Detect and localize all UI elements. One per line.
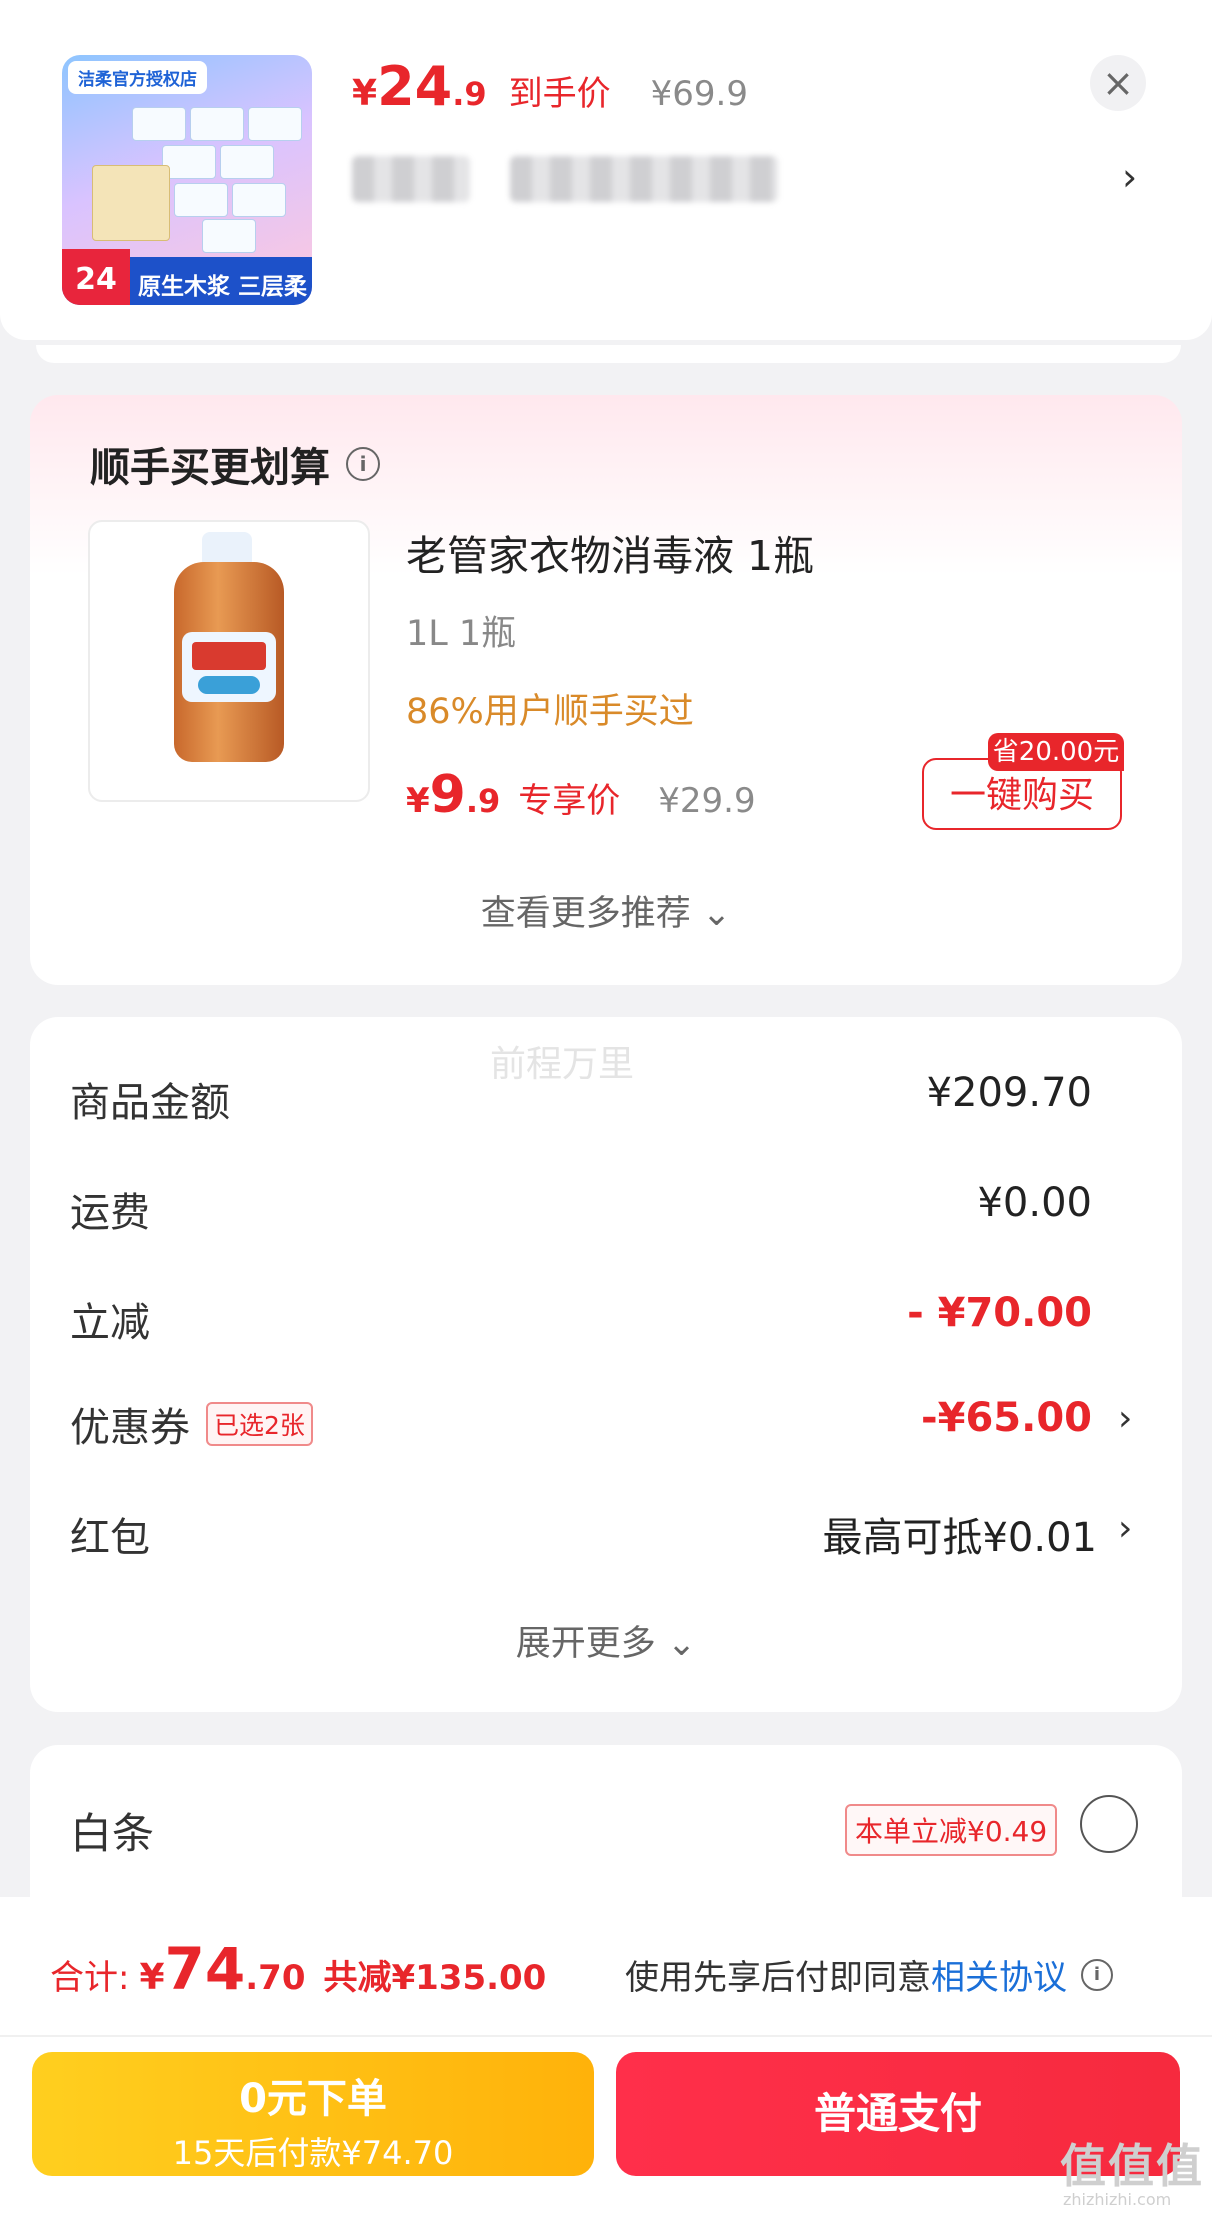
total-currency: ¥ — [139, 1957, 165, 1998]
red-packet-value[interactable]: 最高可抵¥0.01 — [822, 1505, 1097, 1563]
divider — [0, 2035, 1212, 2037]
price-currency: ¥ — [406, 781, 430, 821]
info-icon[interactable]: i — [1081, 1958, 1113, 1991]
save-badge: 省20.00元 — [988, 733, 1124, 771]
product-slogan: 原生木浆 三层柔软 — [138, 274, 308, 300]
agreement-link[interactable]: 相关协议 — [931, 1950, 1067, 1999]
tissue-pack-image — [202, 219, 256, 253]
price-currency: ¥ — [352, 73, 378, 114]
recommend-product-spec: 1L 1瓶 — [406, 614, 517, 654]
recommend-product-name[interactable]: 老管家衣物消毒液 1瓶 — [406, 522, 814, 582]
original-price: ¥29.9 — [658, 781, 756, 821]
goods-amount-value: ¥209.70 — [926, 1070, 1092, 1116]
chevron-right-icon[interactable]: › — [1118, 1398, 1132, 1439]
watermark: 前程万里 — [490, 1044, 635, 1085]
bottle-label-band — [192, 642, 266, 670]
site-watermark-logo: 值值值 — [1060, 2139, 1204, 2193]
bottle-label-band — [198, 676, 260, 694]
tissue-pack-image — [248, 107, 302, 141]
total-saved: 共减¥135.00 — [323, 1958, 547, 1998]
thumbnail-banner: 24包 原生木浆 三层柔软 — [62, 249, 312, 305]
recommend-bought-text: 86%用户顺手买过 — [406, 692, 694, 732]
bottle-label — [182, 632, 276, 702]
recommend-title: 顺手买更划算 — [90, 445, 330, 491]
total-integer: 74 — [164, 1935, 246, 2003]
price-decimal: .9 — [452, 75, 487, 113]
coupon-row[interactable]: 优惠券 已选2张 — [70, 1395, 313, 1453]
shipping-label: 运费 — [70, 1190, 150, 1236]
total-label: 合计: — [50, 1958, 130, 1998]
tissue-pack-image — [232, 183, 286, 217]
store-badge: 洁柔官方授权店 — [68, 61, 207, 94]
tissue-pack-image — [132, 107, 186, 141]
price-tag: 到手价 — [508, 74, 611, 114]
agreement-row: 使用先享后付即同意 相关协议 i — [625, 1950, 1113, 1999]
pay-later-subtitle: 15天后付款¥74.70 — [172, 2134, 454, 2172]
coupon-selected-tag: 已选2张 — [206, 1402, 313, 1446]
see-more-recommendations[interactable]: 查看更多推荐 ⌄ — [0, 885, 1212, 936]
instant-discount-value: - ¥70.00 — [907, 1290, 1092, 1336]
blurred-address — [510, 156, 778, 202]
product-thumbnail[interactable]: 洁柔官方授权店 24包 原生木浆 三层柔软 — [62, 55, 312, 305]
price-integer: 24 — [377, 55, 453, 118]
chevron-right-icon[interactable]: › — [1122, 155, 1137, 199]
price-tag: 专享价 — [518, 781, 621, 821]
baitiao-radio[interactable] — [1080, 1795, 1138, 1853]
tissue-pack-image — [220, 145, 274, 179]
price-decimal: .9 — [465, 782, 501, 820]
baitiao-discount-tag: 本单立减¥0.49 — [845, 1804, 1058, 1856]
total-row: 合计: ¥ 74 .70 共减¥135.00 — [50, 1935, 546, 2003]
blurred-address — [352, 156, 470, 202]
red-packet-label: 红包 — [70, 1515, 150, 1561]
tissue-pack-image — [162, 145, 216, 179]
recommend-price-row: ¥ 9 .9 专享价 ¥29.9 — [406, 765, 756, 825]
agreement-text: 使用先享后付即同意 — [625, 1958, 931, 1998]
shipping-value: ¥0.00 — [977, 1180, 1092, 1226]
pack-count: 24包 — [62, 249, 130, 305]
baitiao-label: 白条 — [70, 1809, 155, 1858]
site-watermark-url: zhizhizhi.com — [1063, 2190, 1172, 2209]
instant-discount-label: 立减 — [70, 1300, 150, 1346]
info-icon[interactable]: i — [346, 447, 380, 481]
tissue-pack-image — [174, 183, 228, 217]
price-integer: 9 — [429, 765, 466, 825]
recommend-header: 顺手买更划算 i — [90, 435, 380, 493]
close-icon[interactable]: × — [1090, 55, 1146, 111]
card-edge — [36, 345, 1181, 363]
recommend-product-image[interactable] — [88, 520, 370, 802]
tissue-pack-image — [190, 107, 244, 141]
pay-later-title: 0元下单 — [239, 2076, 387, 2122]
total-decimal: .70 — [245, 1958, 306, 1998]
coupon-value: -¥65.00 — [921, 1395, 1092, 1441]
original-price: ¥69.9 — [650, 74, 748, 114]
tissue-pack-image — [92, 165, 170, 241]
pay-later-button[interactable]: 0元下单 15天后付款¥74.70 — [32, 2052, 594, 2176]
product-price-row: ¥ 24 .9 到手价 ¥69.9 — [352, 55, 748, 118]
expand-more[interactable]: 展开更多 ⌄ — [0, 1615, 1212, 1666]
coupon-label: 优惠券 — [70, 1405, 190, 1451]
goods-amount-label: 商品金额 — [70, 1080, 230, 1126]
chevron-right-icon[interactable]: › — [1118, 1508, 1132, 1549]
